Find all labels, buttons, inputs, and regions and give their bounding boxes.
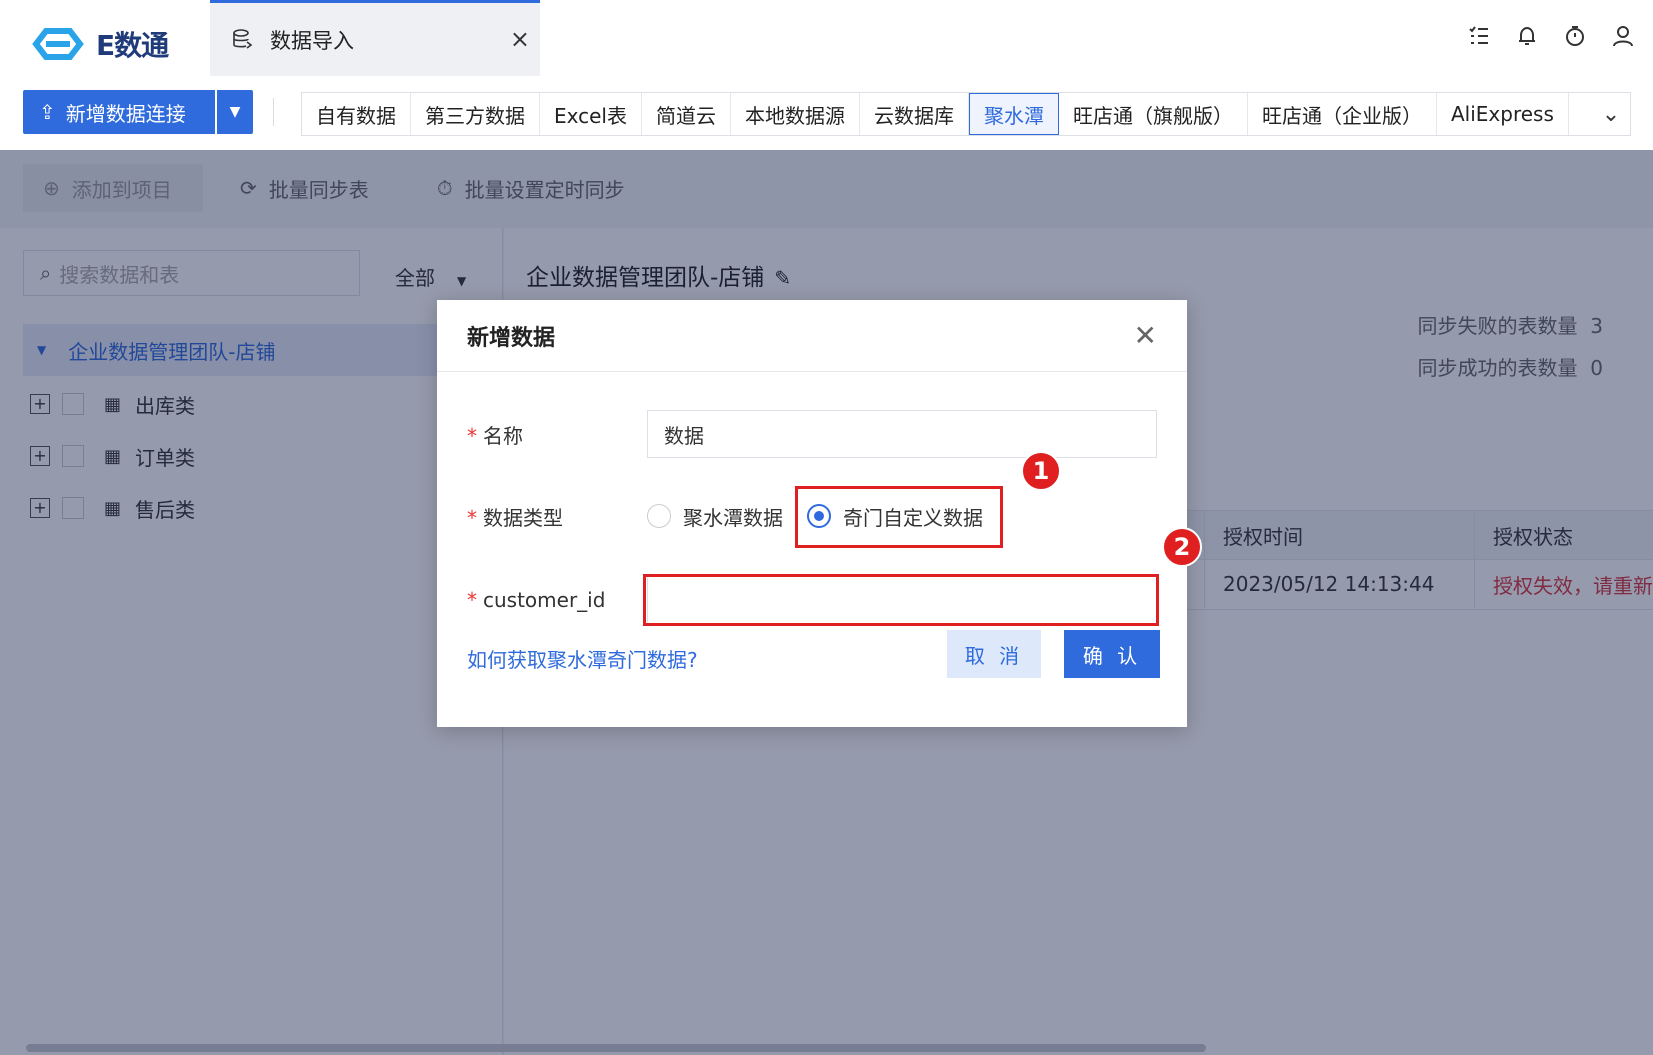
- radio-label: 聚水潭数据: [683, 505, 783, 530]
- list-check-icon[interactable]: [1467, 22, 1491, 50]
- database-sync-icon: [232, 28, 256, 52]
- user-icon[interactable]: [1611, 22, 1635, 50]
- upload-icon: ⇪: [39, 100, 56, 124]
- source-tab[interactable]: AliExpress: [1437, 93, 1569, 135]
- add-connection-button[interactable]: ⇪ 新增数据连接: [23, 90, 215, 134]
- name-label: * 名称: [467, 420, 647, 449]
- bell-icon[interactable]: [1515, 22, 1539, 50]
- close-icon[interactable]: ✕: [1134, 322, 1157, 350]
- annotation-badge-1: 1: [1021, 451, 1061, 491]
- source-tabs: 自有数据 第三方数据 Excel表 简道云 本地数据源 云数据库 聚水潭 旺店通…: [301, 92, 1631, 136]
- annotation-badge-2: 2: [1162, 527, 1202, 567]
- app-logo[interactable]: E数通: [30, 22, 169, 66]
- source-tab-active[interactable]: 聚水潭: [968, 93, 1059, 135]
- tab-data-import[interactable]: 数据导入 ×: [210, 0, 540, 76]
- dialog-title: 新增数据: [467, 325, 556, 351]
- source-tab[interactable]: 第三方数据: [411, 93, 540, 135]
- close-icon[interactable]: ×: [510, 25, 530, 53]
- required-mark: *: [467, 505, 477, 530]
- help-link[interactable]: 如何获取聚水潭奇门数据?: [467, 644, 698, 673]
- divider: [273, 98, 274, 126]
- type-label: * 数据类型: [467, 502, 647, 531]
- highlight-box-2: [643, 574, 1159, 626]
- add-connection-label: 新增数据连接: [65, 101, 186, 126]
- source-tab[interactable]: 自有数据: [302, 93, 411, 135]
- source-tab[interactable]: 本地数据源: [731, 93, 860, 135]
- header-icons: [1467, 22, 1635, 50]
- name-label-text: 名称: [483, 423, 523, 448]
- add-connection-dropdown[interactable]: ▼: [217, 90, 253, 134]
- form-row-name: * 名称 数据: [467, 410, 1157, 458]
- cancel-button[interactable]: 取 消: [947, 630, 1041, 678]
- source-tab[interactable]: 旺店通（旗舰版）: [1059, 93, 1248, 135]
- required-mark: *: [467, 423, 477, 448]
- highlight-box-1: [795, 486, 1003, 548]
- dialog-header: 新增数据 ✕: [437, 300, 1187, 372]
- logo-icon: [32, 28, 84, 60]
- customer-label-text: customer_id: [483, 588, 606, 612]
- source-bar: ⇪ 新增数据连接 ▼ 自有数据 第三方数据 Excel表 简道云 本地数据源 云…: [0, 76, 1653, 150]
- customer-label: * customer_id: [467, 588, 647, 612]
- tab-label: 数据导入: [270, 28, 354, 53]
- confirm-button[interactable]: 确 认: [1064, 630, 1160, 678]
- type-label-text: 数据类型: [483, 505, 563, 530]
- source-tab[interactable]: 云数据库: [860, 93, 969, 135]
- source-tab[interactable]: 简道云: [642, 93, 731, 135]
- radio-circle: [647, 504, 671, 528]
- name-input[interactable]: 数据: [647, 410, 1157, 458]
- source-tab[interactable]: Excel表: [540, 93, 642, 135]
- caret-down-icon: ▼: [229, 104, 241, 120]
- radio-jushuitan[interactable]: 聚水潭数据: [647, 502, 783, 531]
- required-mark: *: [467, 588, 477, 612]
- logo-text: E数通: [96, 29, 169, 62]
- top-bar: E数通 数据导入 ×: [0, 0, 1653, 76]
- chevron-double-down-icon[interactable]: ⌄: [1592, 93, 1630, 135]
- timer-icon[interactable]: [1563, 22, 1587, 50]
- add-data-dialog: 新增数据 ✕ * 名称 数据 * 数据类型 聚水潭数据 奇门自定义数据 * custo…: [437, 300, 1187, 727]
- source-tab[interactable]: 旺店通（企业版）: [1248, 93, 1437, 135]
